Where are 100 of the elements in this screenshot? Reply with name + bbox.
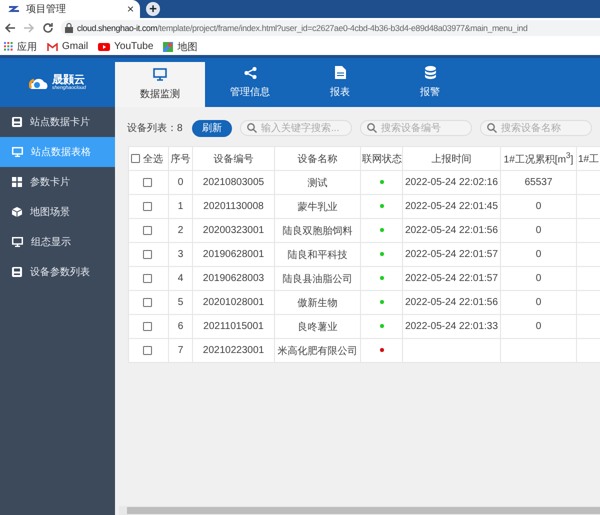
table-header-cell: 序号 xyxy=(168,146,192,170)
sidebar-item[interactable]: 组态显示 xyxy=(0,227,115,257)
table-cell: 20210223001 xyxy=(192,338,274,362)
table-cell: 3 xyxy=(168,242,192,266)
table-cell: 0 xyxy=(500,266,576,290)
cube-icon xyxy=(12,207,22,217)
logo-name: 晟颢云 xyxy=(52,74,86,86)
table-cell: 7 xyxy=(168,338,192,362)
nav-tab[interactable]: 管理信息 xyxy=(205,58,295,107)
monitor-icon xyxy=(12,237,23,247)
sidebar-item[interactable]: 设备参数列表 xyxy=(0,257,115,287)
row-checkbox[interactable] xyxy=(142,322,152,331)
row-checkbox[interactable] xyxy=(142,274,152,283)
search-icon xyxy=(247,123,257,133)
map-icon xyxy=(163,42,174,52)
table-cell: 2 xyxy=(168,218,192,242)
tab-title: 项目管理 xyxy=(26,3,67,16)
table-header-cell: 联网状态 xyxy=(360,146,402,170)
search-field[interactable]: 搜索设备名称 xyxy=(480,120,592,136)
bookmark[interactable]: YouTube xyxy=(98,41,154,52)
search-icon xyxy=(487,123,497,133)
select-all-checkbox[interactable] xyxy=(131,154,140,163)
mail-icon xyxy=(47,42,58,50)
reload-icon[interactable] xyxy=(42,22,54,34)
table-cell: 0 xyxy=(500,314,576,338)
browser-tab[interactable]: 项目管理 × xyxy=(0,0,140,18)
table-cell: 2022-05-24 22:01:56 xyxy=(402,290,500,314)
nav-tab[interactable]: 报警 xyxy=(385,58,475,107)
device-count: 设备列表：8 xyxy=(127,122,184,135)
document-icon xyxy=(334,66,346,79)
bookmark[interactable]: 应用 xyxy=(4,40,37,54)
apps-grid-icon xyxy=(4,42,13,51)
search-icon xyxy=(367,123,377,133)
table-cell: 陆良双胞胎饲料 xyxy=(274,218,360,242)
nav-tab[interactable]: 数据监测 xyxy=(115,62,205,107)
row-checkbox[interactable] xyxy=(142,250,152,259)
database-icon xyxy=(424,66,436,79)
table-cell: 米高化肥有限公司 xyxy=(274,338,360,362)
table-cell: 0 xyxy=(500,242,576,266)
table-cell: 20201130008 xyxy=(192,194,274,218)
search-field[interactable]: 搜索设备编号 xyxy=(360,120,472,136)
table-cell: 2022-05-24 22:01:56 xyxy=(402,218,500,242)
table-cell: 20190628001 xyxy=(192,242,274,266)
lock-icon xyxy=(65,23,73,33)
table-cell: 良咚薯业 xyxy=(274,314,360,338)
new-tab-button[interactable]: + xyxy=(146,2,160,16)
table-cell: 0 xyxy=(500,194,576,218)
table-cell: 2022-05-24 22:01:33 xyxy=(402,314,500,338)
table-header-cell: 1#工况累积[m$^{3}$] xyxy=(500,146,576,170)
grid-icon xyxy=(12,177,22,187)
table-cell: 65537 xyxy=(500,170,576,194)
table-cell: 20190628003 xyxy=(192,266,274,290)
row-checkbox[interactable] xyxy=(142,298,152,307)
horizontal-scrollbar[interactable] xyxy=(119,506,600,515)
play-icon xyxy=(98,42,110,50)
row-checkbox[interactable] xyxy=(142,226,152,235)
bookmark[interactable]: 地图 xyxy=(163,40,198,54)
share-icon xyxy=(244,66,256,78)
nav-tab[interactable]: 报表 xyxy=(295,58,385,107)
logo-icon xyxy=(8,4,20,14)
monitor-icon xyxy=(153,68,167,81)
table-cell: 0 xyxy=(500,218,576,242)
monitor-icon xyxy=(12,147,23,157)
table-cell: 2022-05-24 22:01:45 xyxy=(402,194,500,218)
table-cell: 2022-05-24 22:01:57 xyxy=(402,266,500,290)
table-cell: 20211015001 xyxy=(192,314,274,338)
row-checkbox[interactable] xyxy=(142,346,152,355)
close-button[interactable]: × xyxy=(126,2,134,16)
row-checkbox[interactable] xyxy=(142,178,152,187)
table-cell: 陆良和平科技 xyxy=(274,242,360,266)
table-header-cell: 上报时间 xyxy=(402,146,500,170)
table-header-cell: 设备名称 xyxy=(274,146,360,170)
table-header-cell: 设备编号 xyxy=(192,146,274,170)
sidebar-item[interactable]: 站点数据卡片 xyxy=(0,107,115,137)
table-cell: 4 xyxy=(168,266,192,290)
table-cell: 20210803005 xyxy=(192,170,274,194)
table-cell: 20200323001 xyxy=(192,218,274,242)
search-field[interactable]: 输入关键字搜索... xyxy=(240,120,352,136)
bookmark[interactable]: Gmail xyxy=(47,41,88,52)
table-cell: 20201028001 xyxy=(192,290,274,314)
address-bar[interactable]: cloud.shenghao-it.com/template/project/frame/index.html?user_id=c2627ae0-4cbd-4b36-b3d4-e89d48a03977&main_menu_ind xyxy=(61,20,600,36)
table-cell: 蒙牛乳业 xyxy=(274,194,360,218)
table-cell: 5 xyxy=(168,290,192,314)
refresh-button[interactable]: 刷新 xyxy=(192,120,232,136)
table-header-cell: 1#工 xyxy=(576,146,600,170)
scrollbar-thumb[interactable] xyxy=(127,507,600,514)
table-cell: 1 xyxy=(168,194,192,218)
table-cell: 0 xyxy=(168,170,192,194)
table-cell: 6 xyxy=(168,314,192,338)
table-cell: 2022-05-24 22:02:16 xyxy=(402,170,500,194)
table-cell: 0 xyxy=(500,290,576,314)
back-icon[interactable] xyxy=(4,22,16,34)
sidebar-item[interactable]: 参数卡片 xyxy=(0,167,115,197)
select-all-label: 全选 xyxy=(143,154,163,164)
sidebar-item[interactable]: 地图场景 xyxy=(0,197,115,227)
table-cell: 傲新生物 xyxy=(274,290,360,314)
table-cell: 2022-05-24 22:01:57 xyxy=(402,242,500,266)
table-cell: 测试 xyxy=(274,170,360,194)
table-cell: 陆良县油脂公司 xyxy=(274,266,360,290)
row-checkbox[interactable] xyxy=(142,202,152,211)
